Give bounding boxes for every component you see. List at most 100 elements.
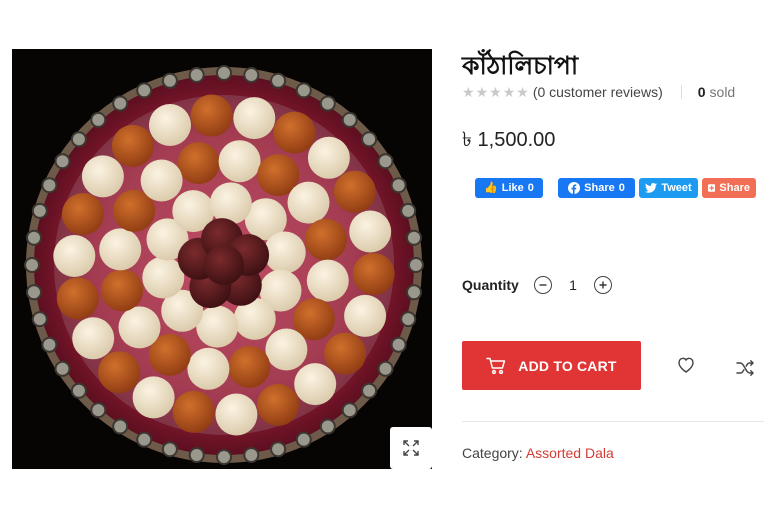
tray-bead bbox=[161, 441, 178, 458]
sweet-ball bbox=[118, 306, 161, 349]
quantity-label: Quantity bbox=[462, 277, 519, 293]
star-icon: ★ bbox=[516, 84, 529, 100]
tray-bead bbox=[390, 336, 407, 353]
sweet-ball bbox=[140, 159, 183, 202]
reviews-link[interactable]: (0 customer reviews) bbox=[533, 84, 663, 100]
tray-bead bbox=[70, 382, 87, 399]
tray-bead bbox=[377, 153, 394, 170]
tray-bead bbox=[112, 95, 129, 112]
increase-quantity-button[interactable] bbox=[594, 276, 612, 294]
divider bbox=[680, 85, 682, 99]
twitter-bird-icon bbox=[645, 183, 658, 193]
tray-bead bbox=[188, 67, 205, 83]
sweet-ball bbox=[177, 142, 220, 185]
tray-bead bbox=[361, 382, 378, 399]
star-icon: ★ bbox=[489, 84, 502, 100]
sweet-ball bbox=[287, 181, 330, 224]
tray-bead bbox=[26, 229, 42, 246]
tray-bead bbox=[54, 153, 71, 170]
tray-bead bbox=[31, 311, 48, 328]
sweet-ball bbox=[142, 256, 185, 299]
wishlist-button[interactable] bbox=[676, 355, 696, 375]
sweet-ball bbox=[111, 124, 154, 167]
star-rating: ★ ★ ★ ★ ★ bbox=[462, 85, 529, 99]
sweet-ball bbox=[263, 231, 306, 274]
star-icon: ★ bbox=[502, 84, 516, 100]
add-to-cart-label: ADD TO CART bbox=[518, 357, 617, 374]
tray-bead bbox=[400, 202, 417, 219]
tray-bead bbox=[270, 441, 287, 458]
sweet-ball bbox=[209, 182, 252, 225]
category-label: Category: bbox=[462, 445, 523, 461]
sweet-ball bbox=[257, 384, 299, 426]
sweet-ball bbox=[306, 259, 349, 302]
facebook-icon bbox=[568, 182, 581, 194]
cart-icon bbox=[486, 357, 506, 374]
facebook-like-button[interactable]: 👍 Like 0 bbox=[475, 178, 543, 198]
tweet-button[interactable]: Tweet bbox=[639, 178, 698, 198]
sold-count: 0 bbox=[697, 84, 706, 100]
meta-divider bbox=[462, 421, 764, 422]
tray-bead bbox=[406, 229, 422, 246]
tray-bead bbox=[400, 311, 417, 328]
sweet-ball bbox=[324, 332, 367, 375]
tray-bead bbox=[243, 67, 260, 83]
sweet-ball bbox=[72, 317, 115, 360]
sweet-ball bbox=[132, 376, 175, 419]
sweet-ball bbox=[81, 155, 124, 198]
product-image[interactable] bbox=[12, 49, 432, 469]
star-icon: ★ bbox=[475, 84, 489, 100]
quantity-stepper: Quantity bbox=[462, 274, 612, 296]
sweet-ball bbox=[344, 294, 387, 337]
tray-bead bbox=[41, 336, 58, 353]
sweet-ball bbox=[333, 170, 376, 213]
sweet-ball bbox=[187, 347, 230, 390]
add-to-cart-button[interactable]: ADD TO CART bbox=[462, 341, 641, 390]
sweet-ball bbox=[99, 228, 142, 271]
sweets-tray-photo bbox=[12, 49, 432, 469]
sweet-ball bbox=[304, 218, 347, 261]
sweet-ball bbox=[218, 140, 261, 183]
tray-bead bbox=[243, 447, 260, 463]
zoom-button[interactable] bbox=[390, 427, 432, 469]
tray-bead bbox=[90, 111, 107, 128]
tray-bead bbox=[295, 82, 312, 99]
tray-bead bbox=[216, 449, 232, 465]
share-buttons: 👍 Like 0 Share 0 Tweet Share bbox=[475, 178, 756, 198]
tray-bead bbox=[31, 202, 48, 219]
sweet-ball bbox=[204, 245, 244, 285]
sweet-ball bbox=[215, 393, 258, 436]
shuffle-icon bbox=[736, 360, 754, 376]
heart-icon bbox=[678, 357, 694, 373]
sweet-ball bbox=[294, 363, 337, 406]
facebook-like-label: Like bbox=[501, 182, 524, 194]
sweet-ball bbox=[265, 328, 308, 371]
facebook-share-button[interactable]: Share 0 bbox=[558, 178, 635, 198]
tray-bead bbox=[26, 284, 42, 301]
quantity-input[interactable] bbox=[558, 277, 588, 293]
share-plus-label: Share bbox=[719, 182, 750, 194]
compare-button[interactable] bbox=[735, 359, 755, 377]
tray-bead bbox=[270, 72, 287, 89]
sweet-ball bbox=[273, 111, 316, 154]
tray-bead bbox=[136, 82, 153, 99]
decrease-quantity-button[interactable] bbox=[534, 276, 552, 294]
sweet-ball bbox=[98, 351, 141, 394]
sweet-ball bbox=[349, 210, 392, 253]
tray-bead bbox=[161, 72, 178, 89]
tray-bead bbox=[112, 418, 129, 435]
tray-bead bbox=[54, 360, 71, 377]
sweet-ball bbox=[101, 269, 144, 312]
tweet-label: Tweet bbox=[661, 182, 692, 194]
sold-label: sold bbox=[709, 84, 736, 100]
sweet-ball bbox=[56, 277, 99, 320]
sweet-ball bbox=[233, 97, 276, 140]
sweet-ball bbox=[53, 235, 96, 277]
tray-bead bbox=[361, 131, 378, 148]
tray-bead bbox=[41, 177, 58, 194]
category-link[interactable]: Assorted Dala bbox=[526, 445, 614, 461]
sweet-ball bbox=[190, 94, 233, 137]
plus-square-icon bbox=[708, 184, 716, 192]
product-category: Category: Assorted Dala bbox=[462, 445, 614, 461]
share-plus-button[interactable]: Share bbox=[702, 178, 756, 198]
